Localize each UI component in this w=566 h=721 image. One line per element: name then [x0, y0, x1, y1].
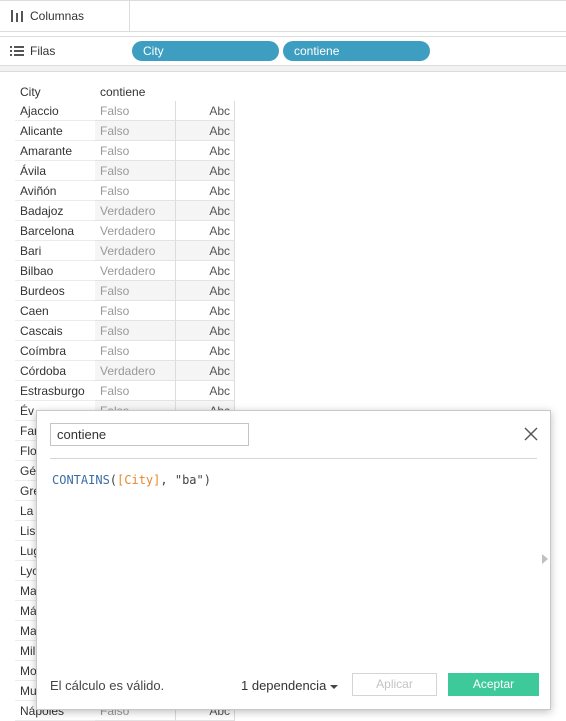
- dialog-divider: [50, 458, 537, 459]
- cell-city[interactable]: Caen: [15, 301, 95, 321]
- cell-city[interactable]: Cascais: [15, 321, 95, 341]
- cell-contiene[interactable]: Falso: [95, 101, 175, 121]
- cell-abc[interactable]: Abc: [175, 381, 235, 401]
- cell-contiene[interactable]: Verdadero: [95, 221, 175, 241]
- formula-field: [City]: [117, 473, 161, 487]
- cell-abc[interactable]: Abc: [175, 101, 235, 121]
- table-row[interactable]: Aviñón Falso Abc: [15, 181, 235, 201]
- header-city[interactable]: City: [20, 85, 41, 99]
- ok-button[interactable]: Aceptar: [448, 673, 539, 696]
- cell-contiene[interactable]: Verdadero: [95, 361, 175, 381]
- cell-contiene[interactable]: Verdadero: [95, 241, 175, 261]
- table-row[interactable]: Córdoba Verdadero Abc: [15, 361, 235, 381]
- calc-status: El cálculo es válido.: [50, 678, 165, 693]
- calculation-dialog: CONTAINS([City], "ba") El cálculo es vál…: [36, 410, 551, 710]
- dependencies-dropdown[interactable]: 1 dependencia: [241, 678, 339, 693]
- dependencies-label: 1 dependencia: [241, 678, 327, 693]
- cell-city[interactable]: Córdoba: [15, 361, 95, 381]
- columns-icon: [11, 10, 23, 22]
- table-row[interactable]: Ajaccio Falso Abc: [15, 101, 235, 121]
- cell-city[interactable]: Bari: [15, 241, 95, 261]
- table-row[interactable]: Estrasburgo Falso Abc: [15, 381, 235, 401]
- cell-city[interactable]: Coímbra: [15, 341, 95, 361]
- formula-function: CONTAINS: [52, 473, 110, 487]
- cell-contiene[interactable]: Falso: [95, 141, 175, 161]
- table-row[interactable]: Bilbao Verdadero Abc: [15, 261, 235, 281]
- cell-abc[interactable]: Abc: [175, 281, 235, 301]
- cell-abc[interactable]: Abc: [175, 221, 235, 241]
- calc-name-input[interactable]: [50, 423, 249, 446]
- cell-contiene[interactable]: Falso: [95, 321, 175, 341]
- rows-shelf[interactable]: Filas City contiene: [0, 36, 566, 66]
- cell-city[interactable]: Ávila: [15, 161, 95, 181]
- expand-arrow-icon[interactable]: [542, 554, 548, 564]
- cell-city[interactable]: Barcelona: [15, 221, 95, 241]
- formula-open-paren: (: [109, 473, 118, 487]
- columns-shelf-label-area: Columnas: [0, 1, 130, 31]
- rows-icon: [10, 46, 24, 56]
- cell-contiene[interactable]: Verdadero: [95, 261, 175, 281]
- formula-editor[interactable]: CONTAINS([City], "ba"): [52, 473, 211, 487]
- cell-abc[interactable]: Abc: [175, 181, 235, 201]
- cell-city[interactable]: Bilbao: [15, 261, 95, 281]
- table-row[interactable]: Cascais Falso Abc: [15, 321, 235, 341]
- header-contiene[interactable]: contiene: [100, 85, 145, 99]
- cell-city[interactable]: Amarante: [15, 141, 95, 161]
- apply-button[interactable]: Aplicar: [352, 673, 437, 696]
- cell-contiene[interactable]: Falso: [95, 161, 175, 181]
- columns-label: Columnas: [30, 9, 85, 23]
- cell-contiene[interactable]: Falso: [95, 181, 175, 201]
- table-row[interactable]: Bari Verdadero Abc: [15, 241, 235, 261]
- formula-close-paren: ): [203, 473, 211, 487]
- cell-abc[interactable]: Abc: [175, 321, 235, 341]
- pill-contiene[interactable]: contiene: [283, 41, 430, 61]
- cell-abc[interactable]: Abc: [175, 161, 235, 181]
- cell-abc[interactable]: Abc: [175, 301, 235, 321]
- chevron-down-icon: [330, 684, 339, 689]
- cell-city[interactable]: Aviñón: [15, 181, 95, 201]
- cell-contiene[interactable]: Falso: [95, 341, 175, 361]
- cell-contiene[interactable]: Falso: [95, 381, 175, 401]
- table-row[interactable]: Coímbra Falso Abc: [15, 341, 235, 361]
- table-row[interactable]: Badajoz Verdadero Abc: [15, 201, 235, 221]
- rows-shelf-label-area: Filas: [0, 37, 130, 65]
- cell-contiene[interactable]: Falso: [95, 281, 175, 301]
- formula-separator: ,: [160, 473, 175, 487]
- cell-contiene[interactable]: Falso: [95, 121, 175, 141]
- cell-city[interactable]: Alicante: [15, 121, 95, 141]
- columns-shelf[interactable]: Columnas: [0, 0, 566, 32]
- cell-abc[interactable]: Abc: [175, 201, 235, 221]
- cell-abc[interactable]: Abc: [175, 141, 235, 161]
- cell-city[interactable]: Badajoz: [15, 201, 95, 221]
- cell-abc[interactable]: Abc: [175, 121, 235, 141]
- cell-city[interactable]: Estrasburgo: [15, 381, 95, 401]
- pill-city[interactable]: City: [132, 41, 279, 61]
- table-row[interactable]: Amarante Falso Abc: [15, 141, 235, 161]
- cell-contiene[interactable]: Verdadero: [95, 201, 175, 221]
- table-row[interactable]: Caen Falso Abc: [15, 301, 235, 321]
- rows-label: Filas: [30, 44, 56, 58]
- cell-city[interactable]: Ajaccio: [15, 101, 95, 121]
- table-row[interactable]: Burdeos Falso Abc: [15, 281, 235, 301]
- table-row[interactable]: Barcelona Verdadero Abc: [15, 221, 235, 241]
- cell-abc[interactable]: Abc: [175, 261, 235, 281]
- cell-abc[interactable]: Abc: [175, 361, 235, 381]
- table-row[interactable]: Alicante Falso Abc: [15, 121, 235, 141]
- cell-abc[interactable]: Abc: [175, 241, 235, 261]
- table-row[interactable]: Ávila Falso Abc: [15, 161, 235, 181]
- cell-city[interactable]: Burdeos: [15, 281, 95, 301]
- cell-contiene[interactable]: Falso: [95, 301, 175, 321]
- formula-string: "ba": [174, 473, 204, 487]
- cell-abc[interactable]: Abc: [175, 341, 235, 361]
- close-icon[interactable]: [522, 425, 540, 443]
- shelf-separator: [0, 66, 566, 72]
